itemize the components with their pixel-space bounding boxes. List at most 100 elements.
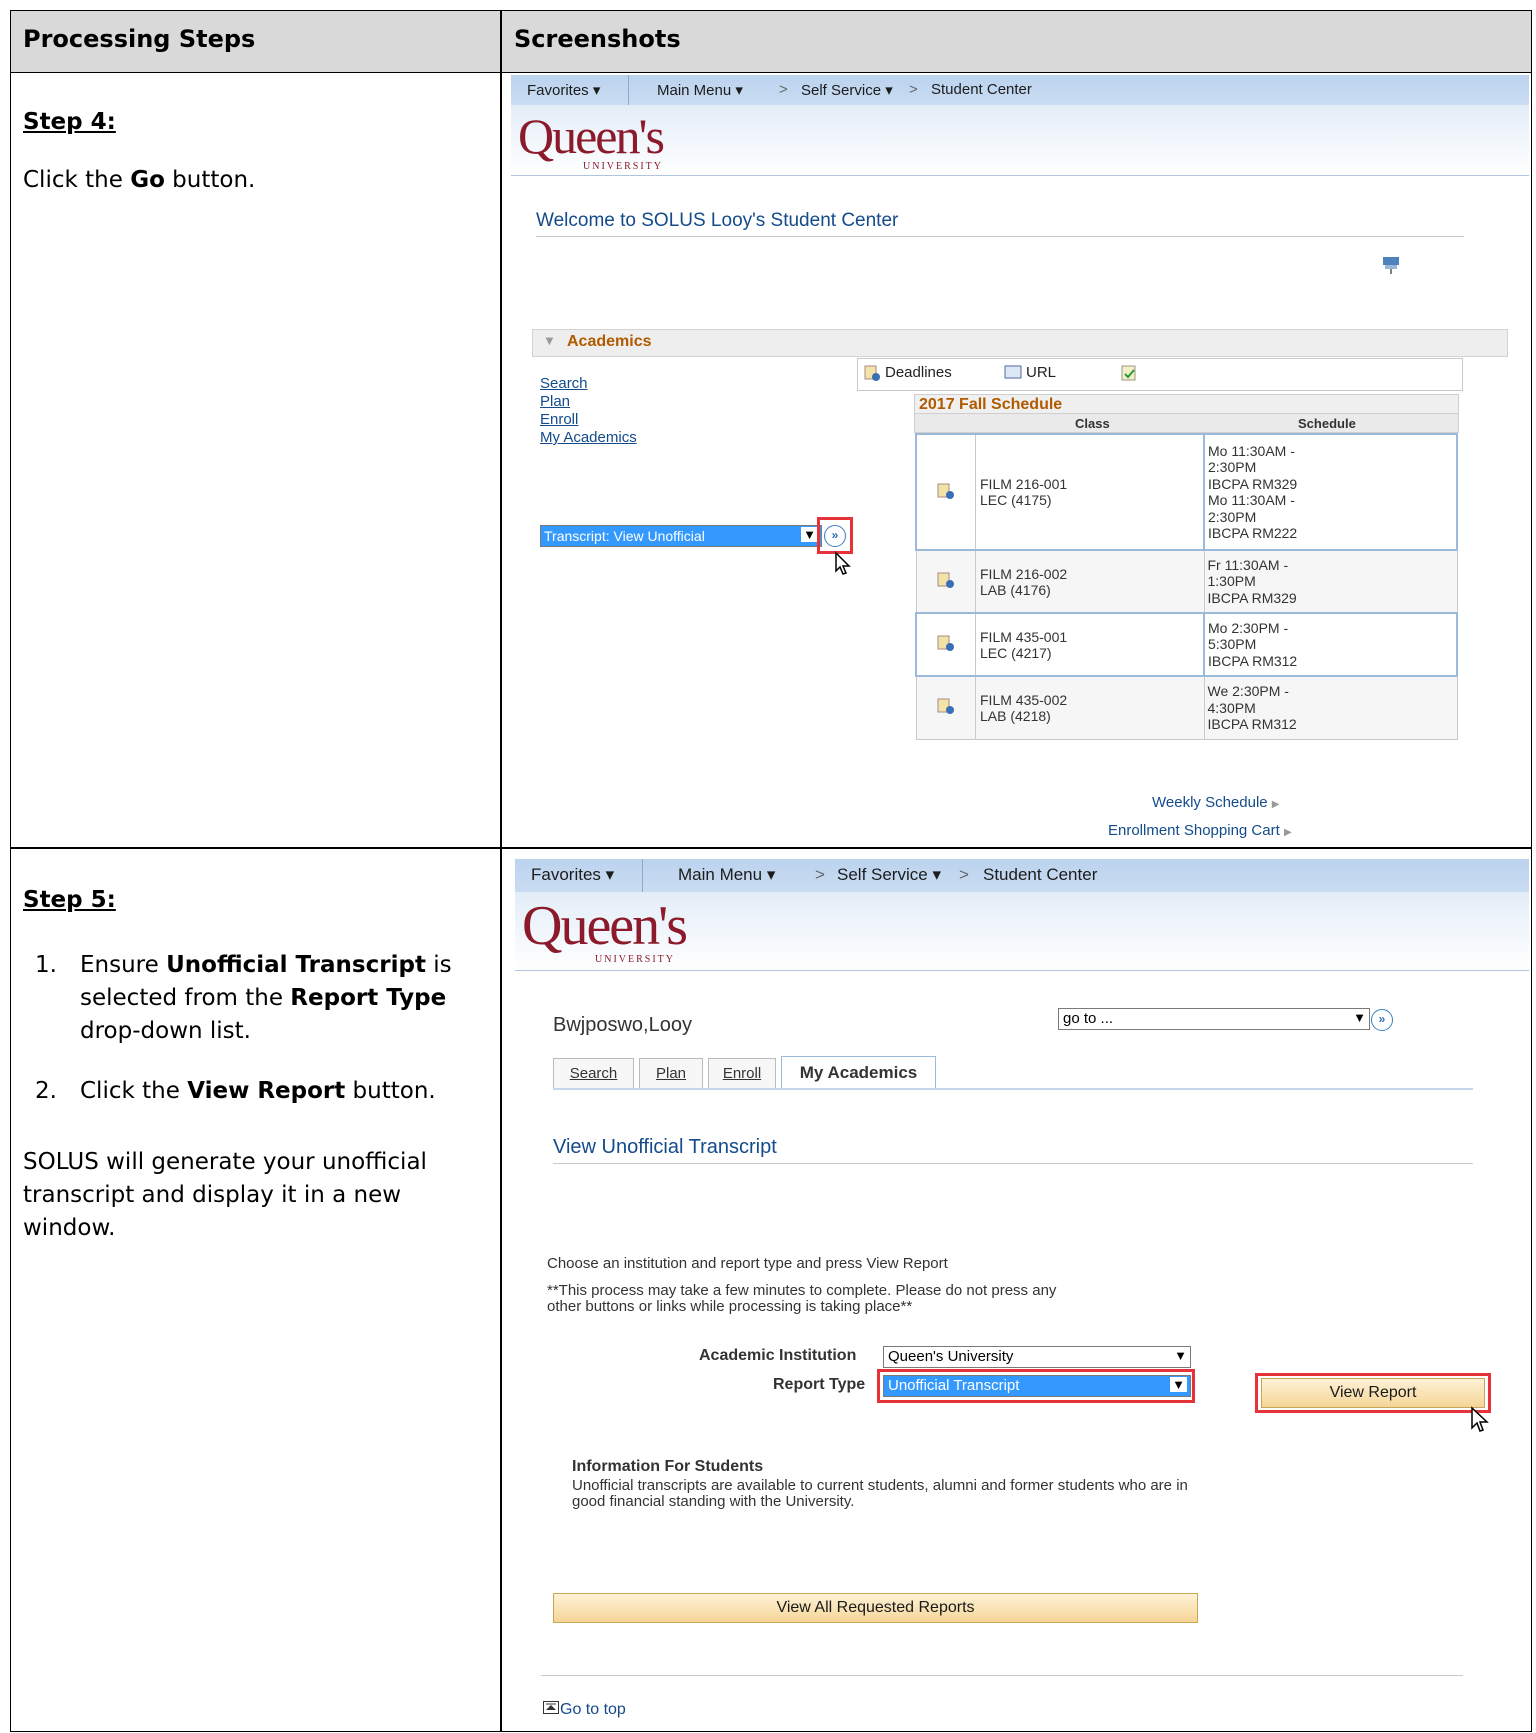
academic-institution-select[interactable]: Queen's University ▼ (883, 1346, 1191, 1368)
class-section: LAB (4218) (980, 707, 1051, 724)
nav-bar: Favorites ▾ Main Menu ▾ > Self Service ▾… (511, 75, 1529, 105)
report-type-select[interactable]: Unofficial Transcript ▼ (883, 1375, 1191, 1397)
class-cell: FILM 435-002 LAB (4218) (975, 675, 1205, 740)
tab-enroll-label: Enroll (722, 1065, 762, 1082)
nav-favorites[interactable]: Favorites ▾ (531, 865, 614, 885)
academics-title: Academics (567, 333, 652, 350)
schedule-title-bar: 2017 Fall Schedule (914, 394, 1459, 414)
info-line: good financial standing with the Univers… (572, 1493, 855, 1510)
schedule-title: 2017 Fall Schedule (919, 396, 1063, 413)
sched-line: IBCPA RM329 (1207, 589, 1297, 606)
academics-links: Search Plan Enroll My Academics (540, 375, 637, 447)
report-type-value: Unofficial Transcript (888, 1377, 1020, 1394)
class-detail-icon[interactable] (915, 675, 976, 740)
nav-self-service[interactable]: Self Service ▾ (837, 865, 941, 885)
sched-line: 2:30PM (1208, 508, 1257, 525)
other-academic-select[interactable]: Transcript: View Unofficial ▼ (540, 525, 822, 547)
tab-my-academics[interactable]: My Academics (781, 1056, 936, 1089)
sched-line: 4:30PM (1207, 699, 1256, 716)
footer-rule (541, 1675, 1463, 1676)
link-plan[interactable]: Plan (540, 393, 637, 411)
caret-down-icon: ▾ (592, 82, 601, 99)
deadlines-link[interactable]: Deadlines (885, 364, 952, 381)
mouse-cursor-icon (1471, 1406, 1489, 1432)
nav-student-center[interactable]: Student Center (983, 865, 1097, 885)
header-banner: Queen's UNIVERSITY (511, 105, 1529, 176)
nav-favorites[interactable]: Favorites ▾ (527, 81, 600, 99)
weekly-schedule-label: Weekly Schedule (1152, 794, 1268, 811)
class-cell: FILM 216-002 LAB (4176) (975, 549, 1205, 614)
caret-down-icon: ▾ (735, 82, 743, 99)
deadlines-icon (864, 365, 880, 381)
header-processing-steps: Processing Steps (23, 25, 256, 53)
url-icon (1004, 365, 1022, 379)
view-report-button[interactable]: View Report (1261, 1378, 1485, 1408)
weekly-schedule-link[interactable]: Weekly Schedule ▶ (1152, 794, 1280, 811)
tab-plan[interactable]: Plan (639, 1058, 703, 1090)
breadcrumb-separator: > (815, 865, 825, 884)
column-divider (500, 11, 502, 1731)
table-row: FILM 435-002 LAB (4218) We 2:30PM -4:30PM… (915, 675, 1458, 740)
class-cell: FILM 435-001 LEC (4217) (975, 612, 1205, 677)
tab-search[interactable]: Search (553, 1058, 634, 1090)
header-screenshots: Screenshots (514, 25, 681, 53)
nav-favorites-label: Favorites (527, 82, 589, 99)
customize-page-icon[interactable] (1382, 255, 1400, 275)
class-detail-icon[interactable] (915, 612, 976, 677)
breadcrumb-separator: > (909, 81, 918, 98)
sched-line: Mo 11:30AM - (1208, 442, 1295, 459)
step4-instruction: Click the Go button. (23, 167, 255, 193)
nav-student-center[interactable]: Student Center (931, 81, 1032, 98)
link-my-academics[interactable]: My Academics (540, 429, 637, 447)
go-to-top-link[interactable]: Go to top (543, 1701, 626, 1719)
class-detail-icon[interactable] (915, 433, 976, 551)
header-banner: Queen's UNIVERSITY (515, 892, 1529, 971)
nav-main-menu[interactable]: Main Menu ▾ (678, 865, 775, 885)
caret-down-icon: ▾ (885, 82, 893, 99)
tab-plan-label: Plan (655, 1065, 687, 1082)
shopping-cart-link[interactable]: Enrollment Shopping Cart ▶ (1108, 822, 1292, 839)
s5-t2: Unofficial Transcript (166, 952, 426, 978)
table-header: Processing Steps Screenshots (11, 11, 1531, 73)
mouse-cursor-icon (835, 551, 851, 575)
page-title: View Unofficial Transcript (553, 1136, 777, 1158)
table-row: FILM 435-001 LEC (4217) Mo 2:30PM -5:30PM… (915, 612, 1458, 677)
class-section: LAB (4176) (980, 581, 1051, 598)
sched-line: IBCPA RM312 (1208, 652, 1298, 669)
s5-t8: View Report (187, 1078, 346, 1104)
warning-line: other buttons or links while processing … (547, 1298, 913, 1315)
sched-line: Fr 11:30AM - (1207, 556, 1289, 573)
s5-t3: is (425, 952, 452, 978)
queens-logo: Queen's UNIVERSITY (522, 894, 688, 965)
class-code: FILM 216-002 (980, 565, 1068, 582)
go-to-top-icon (543, 1701, 559, 1714)
instruction-text: Choose an institution and report type an… (547, 1255, 948, 1272)
title-rule (553, 1163, 1473, 1164)
class-cell: FILM 216-001 LEC (4175) (975, 433, 1205, 551)
student-name: Bwjposwo,Looy (553, 1014, 692, 1036)
tab-search-label: Search (569, 1065, 618, 1082)
nav-main-menu[interactable]: Main Menu ▾ (657, 81, 743, 99)
go-button[interactable]: » (824, 525, 846, 547)
nav-self-service-label: Self Service (801, 82, 882, 99)
step5-paragraph: SOLUS will generate your unofficial tran… (23, 1146, 483, 1245)
s5-t9: button. (345, 1078, 436, 1104)
checklist-icon[interactable] (1121, 365, 1137, 381)
sched-line: Mo 2:30PM - (1208, 619, 1289, 636)
s5-t4: selected from the (80, 985, 291, 1011)
breadcrumb-separator: > (959, 865, 969, 884)
goto-select[interactable]: go to ... ▼ (1058, 1008, 1370, 1030)
view-all-reports-button[interactable]: View All Requested Reports (553, 1593, 1198, 1623)
url-link[interactable]: URL (1026, 364, 1056, 381)
tab-enroll[interactable]: Enroll (708, 1058, 776, 1090)
link-search[interactable]: Search (540, 375, 637, 393)
goto-go-button[interactable]: » (1371, 1009, 1393, 1031)
s5-t5: Report Type (290, 985, 447, 1011)
breadcrumb-separator: > (779, 81, 788, 98)
class-detail-icon[interactable] (915, 549, 976, 614)
link-enroll[interactable]: Enroll (540, 411, 637, 429)
nav-self-service[interactable]: Self Service ▾ (801, 81, 893, 99)
academics-section-header[interactable]: ▼ Academics (532, 329, 1508, 357)
sched-line: IBCPA RM312 (1207, 716, 1297, 732)
sched-line: 5:30PM (1208, 636, 1257, 653)
